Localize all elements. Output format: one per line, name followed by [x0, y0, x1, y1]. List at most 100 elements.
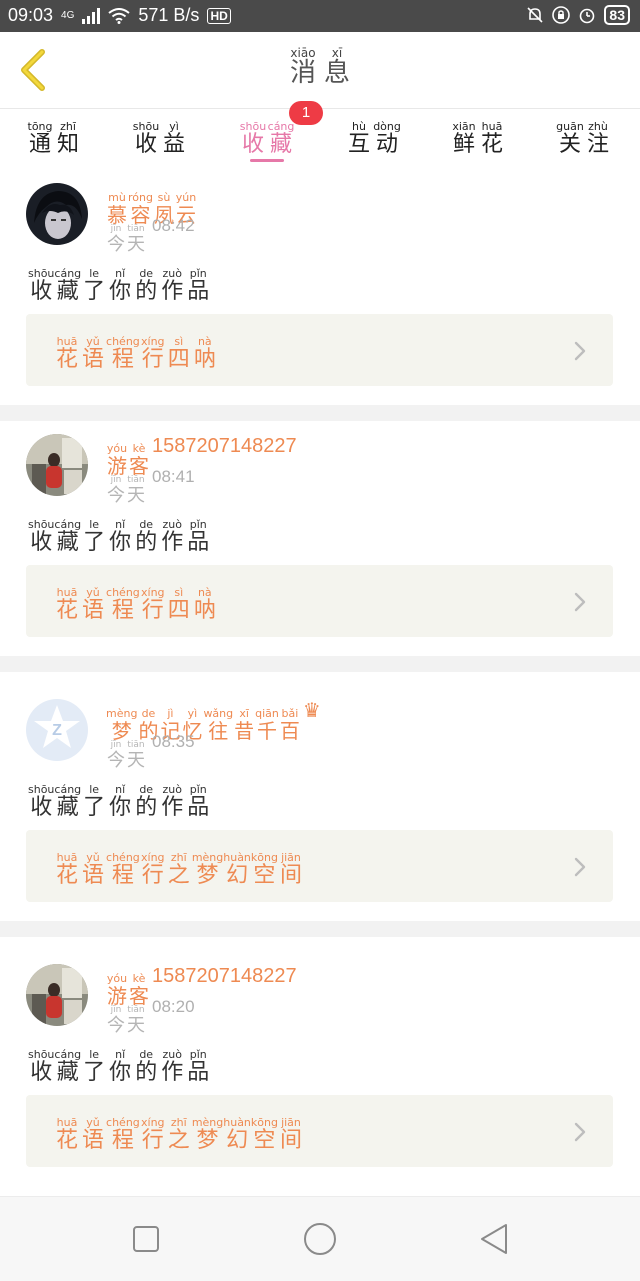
ruby-char: zhī 之	[166, 1117, 192, 1153]
hanzi: 今	[107, 234, 125, 255]
hanzi: 语	[82, 598, 105, 623]
tab-flowers[interactable]: xiān 鲜 huā 花	[450, 115, 506, 157]
message-text: shōu 收 cáng 藏 le 了 nǐ 你 de 的 zuò 作 pǐn 品	[28, 513, 211, 555]
work-title: huā 花 yǔ 语 chéng 程 xíng 行 zhī 之 mèng 梦 huàn 幻 kōng 空 jiā…	[54, 846, 304, 888]
ruby-char: zuò 作	[159, 268, 185, 304]
ruby-char: shōu 收	[28, 519, 54, 555]
hanzi: 关	[559, 132, 582, 157]
ruby-char: de 的	[133, 1049, 159, 1085]
tab-earnings[interactable]: shōu 收 yì 益	[132, 115, 188, 157]
avatar[interactable]	[26, 964, 88, 1026]
hanzi: 作	[161, 795, 184, 820]
card-separator	[0, 921, 640, 937]
ruby-char: huā 花	[478, 121, 506, 157]
hanzi: 注	[587, 132, 610, 157]
message-time: jīn 今 tiān 天 08:20	[106, 997, 195, 1036]
ruby-char: mèng 梦	[192, 852, 223, 888]
avatar[interactable]	[26, 434, 88, 496]
ruby-char: wǎng 往	[203, 708, 233, 743]
hanzi: 天	[127, 1015, 145, 1036]
hanzi: 的	[135, 530, 158, 555]
hanzi: 了	[83, 1060, 106, 1085]
ruby-char: huā 花	[54, 1117, 80, 1153]
hanzi: 花	[56, 1128, 79, 1153]
ruby-char: le 了	[81, 519, 107, 555]
page-title: xiāo 消 xī 息	[0, 42, 640, 88]
avatar[interactable]: Z	[26, 699, 88, 761]
chevron-right-icon	[574, 341, 586, 361]
ruby-char: yì 益	[160, 121, 188, 157]
message-text: shōu 收 cáng 藏 le 了 nǐ 你 de 的 zuò 作 pǐn 品	[28, 262, 211, 304]
ruby-char: tiān 天	[126, 223, 146, 255]
hanzi: 程	[111, 1128, 134, 1153]
ruby-char: yǔ 语	[80, 336, 106, 372]
ruby-char: zhī 知	[54, 121, 82, 157]
hanzi: 动	[376, 132, 399, 157]
hanzi: 了	[83, 530, 106, 555]
ruby-char: hù 互	[345, 121, 373, 157]
back-icon[interactable]	[474, 1219, 514, 1259]
ruby-char: zuò 作	[159, 1049, 185, 1085]
clock-time: 08:41	[152, 467, 195, 486]
hanzi: 你	[109, 279, 132, 304]
work-title: huā 花 yǔ 语 chéng 程 xíng 行 sì 四 nà 呐	[54, 330, 218, 372]
hanzi: 藏	[56, 1060, 79, 1085]
hanzi: 收	[30, 1060, 53, 1085]
home-icon[interactable]	[300, 1219, 340, 1259]
hanzi: 品	[187, 795, 210, 820]
message-text: shōu 收 cáng 藏 le 了 nǐ 你 de 的 zuò 作 pǐn 品	[28, 1043, 211, 1085]
hanzi: 梦	[196, 1128, 219, 1153]
ruby-char: tiān 天	[126, 739, 146, 771]
ruby-char: jīn 今	[106, 223, 126, 255]
recent-apps-icon[interactable]	[126, 1219, 166, 1259]
hanzi: 行	[141, 1128, 164, 1153]
hanzi: 了	[83, 795, 106, 820]
ruby-char: zuò 作	[159, 519, 185, 555]
ruby-char: sì 四	[166, 587, 192, 623]
work-title: huā 花 yǔ 语 chéng 程 xíng 行 sì 四 nà 呐	[54, 581, 218, 623]
tab-following[interactable]: guān 关 zhù 注	[556, 115, 612, 157]
work-title: huā 花 yǔ 语 chéng 程 xíng 行 zhī 之 mèng 梦 huàn 幻 kōng 空 jiā…	[54, 1111, 304, 1153]
message-card: yóu 游 kè 客 1587207148227 jīn 今 tiān 天 08:41 shōu 收 c…	[0, 421, 640, 656]
work-link[interactable]: huā 花 yǔ 语 chéng 程 xíng 行 zhī 之 mèng 梦 huàn 幻 kōng 空 jiā…	[26, 1095, 613, 1167]
ruby-char: pǐn 品	[185, 268, 211, 304]
ruby-char: le 了	[81, 784, 107, 820]
ruby-char: zhù 注	[584, 121, 612, 157]
message-time: jīn 今 tiān 天 08:41	[106, 467, 195, 506]
hanzi: 通	[29, 132, 52, 157]
ruby-char: cáng 藏	[54, 268, 81, 304]
ruby-char: shōu 收	[28, 784, 54, 820]
hanzi: 花	[56, 598, 79, 623]
ruby-char: de 的	[133, 784, 159, 820]
ruby-char: xíng 行	[140, 336, 166, 372]
ruby-char: pǐn 品	[185, 784, 211, 820]
hanzi: 幻	[226, 1128, 249, 1153]
ruby-char: huā 花	[54, 336, 80, 372]
ruby-char: nǐ 你	[107, 1049, 133, 1085]
hanzi: 你	[109, 530, 132, 555]
message-time: jīn 今 tiān 天 08:35	[106, 732, 195, 771]
work-link[interactable]: huā 花 yǔ 语 chéng 程 xíng 行 sì 四 nà 呐	[26, 565, 613, 637]
work-link[interactable]: huā 花 yǔ 语 chéng 程 xíng 行 sì 四 nà 呐	[26, 314, 613, 386]
ruby-char: shōu 收	[132, 121, 160, 157]
hanzi: 了	[83, 279, 106, 304]
ruby-char: de 的	[133, 268, 159, 304]
tab-notifications[interactable]: tōng 通 zhī 知	[26, 115, 82, 157]
chevron-right-icon	[574, 1122, 586, 1142]
ruby-char: jiān 间	[278, 852, 304, 888]
message-text: shōu 收 cáng 藏 le 了 nǐ 你 de 的 zuò 作 pǐn 品	[28, 778, 211, 820]
ruby-char: xíng 行	[140, 1117, 166, 1153]
ruby-char: pǐn 品	[185, 1049, 211, 1085]
tab-interactions[interactable]: hù 互 dòng 动	[345, 115, 401, 157]
avatar[interactable]	[26, 183, 88, 245]
work-link[interactable]: huā 花 yǔ 语 chéng 程 xíng 行 zhī 之 mèng 梦 huàn 幻 kōng 空 jiā…	[26, 830, 613, 902]
hanzi: 天	[127, 234, 145, 255]
ruby-char: shōu 收	[239, 121, 267, 157]
hanzi: 的	[135, 795, 158, 820]
hanzi: 程	[111, 598, 134, 623]
ruby-char: chéng 程	[106, 336, 140, 372]
message-time: jīn 今 tiān 天 08:42	[106, 216, 195, 255]
tab-favorites[interactable]: shōu 收 cáng 藏	[239, 115, 295, 157]
ruby-char: xiāo 消	[286, 47, 320, 88]
hanzi: 藏	[270, 132, 293, 157]
